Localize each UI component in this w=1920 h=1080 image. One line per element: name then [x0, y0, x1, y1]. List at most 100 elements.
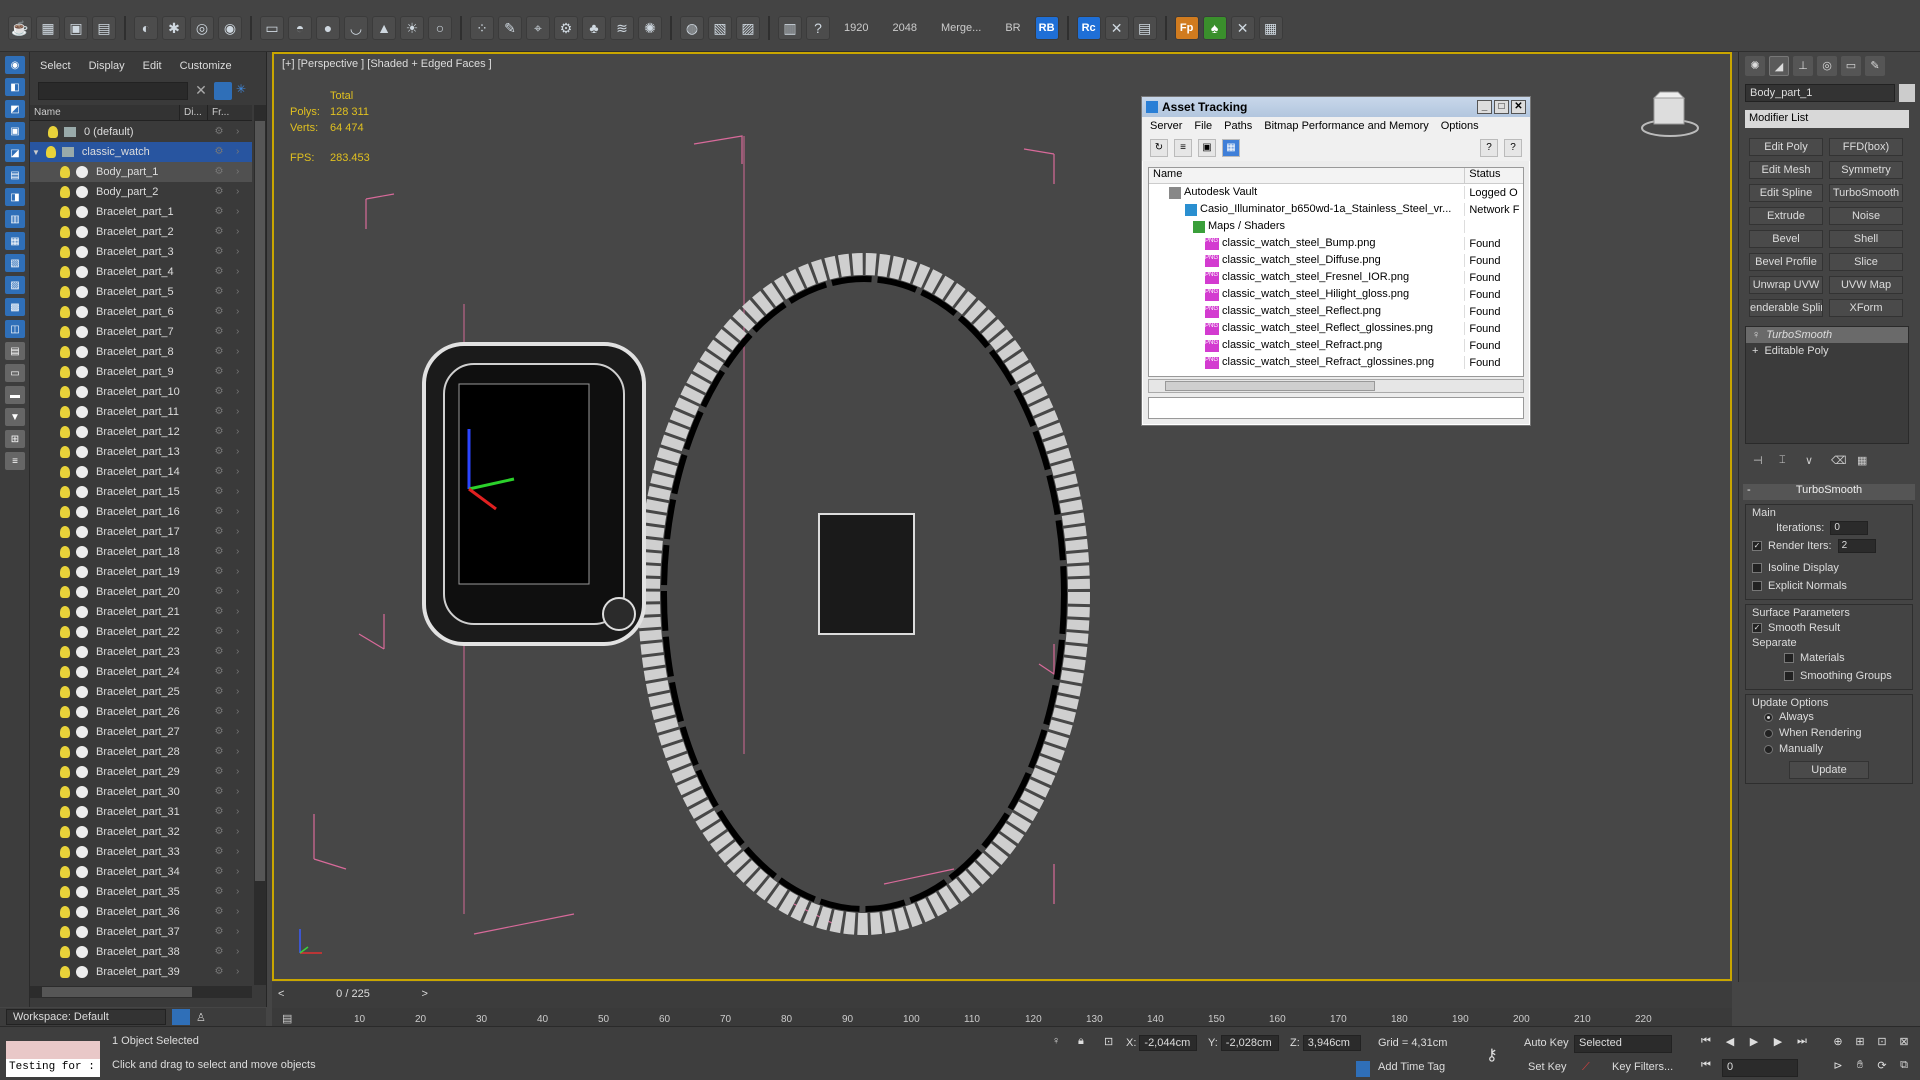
set-key-button[interactable]: Set Key	[1528, 1061, 1567, 1077]
tripod-icon[interactable]: ⌖	[526, 16, 550, 40]
display-toggle-icon[interactable]: ⚙	[212, 386, 226, 398]
y-field[interactable]: -2,028cm	[1220, 1035, 1279, 1051]
visibility-bulb-icon[interactable]	[60, 806, 70, 818]
display-toggle-icon[interactable]: ⚙	[212, 306, 226, 318]
freeze-toggle-icon[interactable]: ›	[236, 726, 246, 738]
resolution-width[interactable]: 1920	[834, 22, 878, 34]
display-tab-icon[interactable]: ▭	[1841, 56, 1861, 76]
asset-horizontal-scrollbar[interactable]	[1148, 379, 1524, 393]
auto-key-button[interactable]: Auto Key	[1524, 1037, 1569, 1053]
go-to-start-icon[interactable]: ⏮	[1698, 1035, 1714, 1051]
freeze-toggle-icon[interactable]: ›	[236, 806, 246, 818]
display-invert-icon[interactable]: ▬	[5, 386, 25, 404]
modifier-button[interactable]: UVW Map	[1829, 276, 1903, 294]
display-toggle-icon[interactable]: ⚙	[212, 346, 226, 358]
freeze-toggle-icon[interactable]: ›	[236, 606, 246, 618]
light-bulb-icon[interactable]: ♀	[1752, 329, 1760, 341]
display-toggle-icon[interactable]: ⚙	[212, 546, 226, 558]
asset-tracking-titlebar[interactable]: Asset Tracking _ □ ✕	[1142, 97, 1530, 117]
asset-row[interactable]: Autodesk Vault Logged O	[1149, 184, 1523, 201]
asset-column-name[interactable]: Name	[1149, 168, 1466, 183]
freeze-toggle-icon[interactable]: ›	[236, 226, 246, 238]
sun-icon[interactable]: ☀	[400, 16, 424, 40]
visibility-bulb-icon[interactable]	[60, 166, 70, 178]
object-name-field[interactable]: Body_part_1	[1745, 84, 1895, 102]
smoothing-groups-checkbox[interactable]	[1784, 671, 1794, 681]
visibility-bulb-icon[interactable]	[60, 186, 70, 198]
scene-item[interactable]: Bracelet_part_2 ⚙ ›	[30, 222, 252, 242]
time-tag-icon[interactable]	[1356, 1061, 1370, 1077]
visibility-bulb-icon[interactable]	[60, 706, 70, 718]
modifier-button[interactable]: Symmetry	[1829, 161, 1903, 179]
modifier-button[interactable]: FFD(box)	[1829, 138, 1903, 156]
freeze-toggle-icon[interactable]: ›	[236, 326, 246, 338]
display-toggle-icon[interactable]: ⚙	[212, 146, 226, 158]
display-toggle-icon[interactable]: ⚙	[212, 666, 226, 678]
scene-item[interactable]: Bracelet_part_16 ⚙ ›	[30, 502, 252, 522]
explicit-normals-checkbox[interactable]	[1752, 581, 1762, 591]
globe-icon[interactable]: ◍	[680, 16, 704, 40]
freeze-toggle-icon[interactable]: ›	[236, 786, 246, 798]
freeze-toggle-icon[interactable]: ›	[236, 166, 246, 178]
visibility-bulb-icon[interactable]	[60, 566, 70, 578]
workspace-dropdown[interactable]: Workspace: Default	[6, 1009, 166, 1025]
freeze-toggle-icon[interactable]: ›	[236, 966, 246, 978]
visibility-bulb-icon[interactable]	[60, 926, 70, 938]
scene-item[interactable]: Bracelet_part_14 ⚙ ›	[30, 462, 252, 482]
freeze-toggle-icon[interactable]: ›	[236, 706, 246, 718]
object-color-swatch[interactable]	[1899, 84, 1915, 102]
display-toggle-icon[interactable]: ⚙	[212, 746, 226, 758]
filter-icon[interactable]: ▼	[5, 408, 25, 426]
update-button[interactable]: Update	[1789, 761, 1869, 779]
expand-arrow-icon[interactable]: ▼	[32, 148, 40, 157]
key-mode-icon[interactable]: ⟋	[1582, 1061, 1590, 1077]
visibility-bulb-icon[interactable]	[60, 686, 70, 698]
visibility-bulb-icon[interactable]	[60, 826, 70, 838]
rollout-header[interactable]: - TurboSmooth	[1743, 484, 1915, 500]
scene-item[interactable]: Bracelet_part_36 ⚙ ›	[30, 902, 252, 922]
scene-item[interactable]: Bracelet_part_24 ⚙ ›	[30, 662, 252, 682]
freeze-toggle-icon[interactable]: ›	[236, 506, 246, 518]
freeze-toggle-icon[interactable]: ›	[236, 586, 246, 598]
scene-item[interactable]: Bracelet_part_26 ⚙ ›	[30, 702, 252, 722]
go-to-end-icon[interactable]: ⏭	[1794, 1035, 1810, 1051]
display-bones-icon[interactable]: ▧	[5, 254, 25, 272]
display-toggle-icon[interactable]: ⚙	[212, 826, 226, 838]
maxscript-input[interactable]	[6, 1041, 100, 1059]
scene-item[interactable]: Bracelet_part_30 ⚙ ›	[30, 782, 252, 802]
visibility-bulb-icon[interactable]	[60, 386, 70, 398]
scene-item[interactable]: Bracelet_part_11 ⚙ ›	[30, 402, 252, 422]
display-toggle-icon[interactable]: ⚙	[212, 926, 226, 938]
clear-search-icon[interactable]: ✕	[193, 82, 209, 100]
vault-help-icon[interactable]: ?	[1504, 139, 1522, 157]
scene-item[interactable]: Bracelet_part_23 ⚙ ›	[30, 642, 252, 662]
vfb-icon[interactable]: ▨	[736, 16, 760, 40]
visibility-bulb-icon[interactable]	[60, 606, 70, 618]
freeze-toggle-icon[interactable]: ›	[236, 906, 246, 918]
render-iters-spinner[interactable]: 2	[1837, 539, 1876, 553]
display-warps-icon[interactable]: ◨	[5, 188, 25, 206]
visibility-bulb-icon[interactable]	[60, 766, 70, 778]
freeze-toggle-icon[interactable]: ›	[236, 486, 246, 498]
scene-item[interactable]: Bracelet_part_17 ⚙ ›	[30, 522, 252, 542]
asset-row[interactable]: PNG classic_watch_steel_Reflect_glossines…	[1149, 320, 1523, 337]
freeze-toggle-icon[interactable]: ›	[236, 186, 246, 198]
scene-item[interactable]: Bracelet_part_29 ⚙ ›	[30, 762, 252, 782]
orbit-icon[interactable]: ⟳	[1874, 1059, 1890, 1075]
visibility-bulb-icon[interactable]	[60, 266, 70, 278]
scene-item[interactable]: Bracelet_part_3 ⚙ ›	[30, 242, 252, 262]
zoom-all-icon[interactable]: ⊞	[1852, 1035, 1868, 1051]
modifier-list-dropdown[interactable]: Modifier List	[1745, 110, 1909, 128]
tools-icon[interactable]: ▥	[778, 16, 802, 40]
modifier-button[interactable]: TurboSmooth	[1829, 184, 1903, 202]
visibility-bulb-icon[interactable]	[60, 786, 70, 798]
display-groups-icon[interactable]: ▥	[5, 210, 25, 228]
modifier-button[interactable]: Slice	[1829, 253, 1903, 271]
key-icon[interactable]: ⚷	[1486, 1045, 1498, 1064]
scene-vertical-scrollbar[interactable]	[254, 105, 266, 985]
expand-icon[interactable]: +	[1752, 345, 1758, 357]
physics-icon[interactable]: ✱	[162, 16, 186, 40]
visibility-bulb-icon[interactable]	[60, 226, 70, 238]
visibility-bulb-icon[interactable]	[60, 626, 70, 638]
isoline-checkbox[interactable]	[1752, 563, 1762, 573]
